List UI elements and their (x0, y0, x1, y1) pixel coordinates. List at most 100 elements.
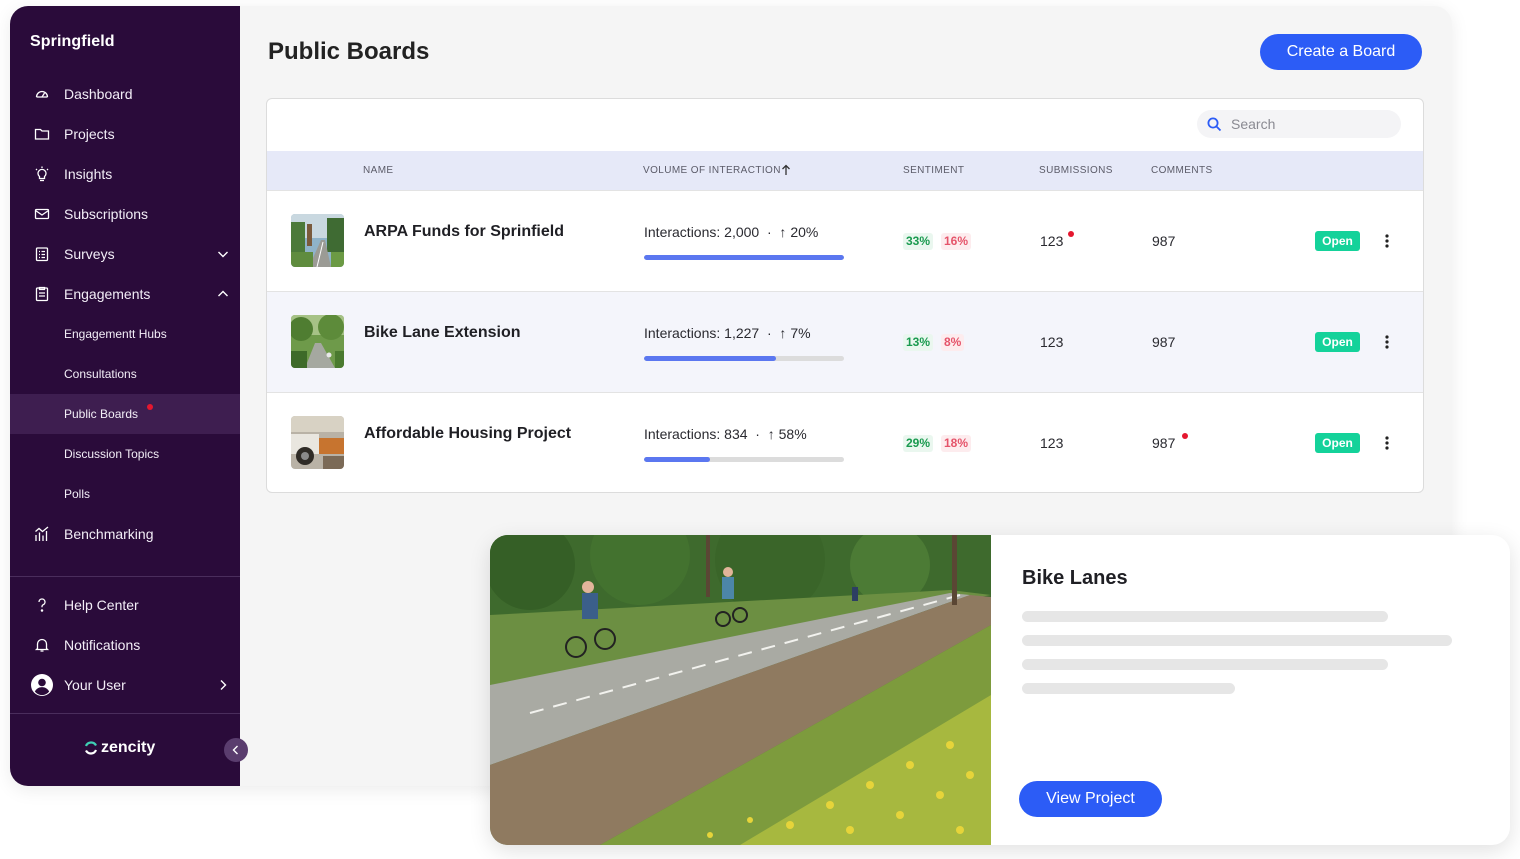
status-badge: Open (1315, 231, 1360, 251)
search-input[interactable] (1231, 114, 1391, 134)
interaction-summary: Interactions: 1,227 · ↑ 7% (644, 325, 811, 341)
envelope-icon (34, 206, 50, 222)
sidebar-subitem-label: Consultations (64, 367, 137, 381)
view-project-button[interactable]: View Project (1019, 781, 1162, 817)
logo-text: zencity (101, 739, 156, 756)
sentiment-negative: 8% (941, 334, 965, 351)
new-submission-dot (1068, 231, 1074, 237)
more-options-button[interactable] (1379, 330, 1395, 354)
sidebar-subitem-public-boards[interactable]: Public Boards (10, 394, 240, 434)
notification-dot (147, 404, 153, 410)
kebab-menu-icon (1385, 335, 1389, 349)
sidebar-item-label: Help Center (64, 597, 139, 613)
sidebar-item-label: Projects (64, 126, 115, 142)
status-badge: Open (1315, 332, 1360, 352)
arrow-up-icon: ↑ (779, 325, 787, 341)
brand-name: Springfield (30, 33, 115, 50)
more-options-button[interactable] (1379, 431, 1395, 455)
sidebar-item-label: Dashboard (64, 86, 133, 102)
sidebar-item-notifications[interactable]: Notifications (10, 625, 240, 665)
board-name[interactable]: ARPA Funds for Sprinfield (364, 223, 564, 241)
sidebar-subitem-polls[interactable]: Polls (10, 474, 240, 514)
more-options-button[interactable] (1379, 229, 1395, 253)
sidebar-item-label: Insights (64, 166, 113, 182)
column-header-comments[interactable]: COMMENTS (1151, 165, 1213, 176)
page-title: Public Boards (268, 38, 430, 65)
question-mark-icon (34, 597, 50, 613)
benchmark-chart-icon (34, 526, 50, 542)
progress-fill (644, 356, 776, 361)
project-title: Bike Lanes (1022, 567, 1128, 589)
sidebar: Springfield Dashboard Projects Insights … (10, 6, 240, 786)
comments-count: 987 (1152, 334, 1176, 350)
sidebar-item-label: Benchmarking (64, 526, 154, 542)
separator-dot: · (763, 224, 776, 240)
sidebar-item-insights[interactable]: Insights (10, 154, 240, 194)
table-header: NAME VOLUME OF INTERACTION SENTIMENT SUB… (267, 151, 1423, 190)
sentiment-negative: 18% (941, 435, 972, 452)
separator-dot: · (763, 325, 776, 341)
column-header-name[interactable]: NAME (363, 165, 394, 176)
board-thumbnail (291, 315, 344, 368)
interaction-count: Interactions: 834 (644, 426, 748, 442)
sidebar-subitem-discussion-topics[interactable]: Discussion Topics (10, 434, 240, 474)
interaction-progress-bar (644, 356, 844, 361)
column-header-sentiment[interactable]: SENTIMENT (903, 165, 964, 176)
comments-count: 987 (1152, 233, 1176, 249)
progress-fill (644, 255, 844, 260)
sidebar-item-surveys[interactable]: Surveys (10, 234, 240, 274)
comments-count: 987 (1152, 435, 1176, 451)
board-name[interactable]: Bike Lane Extension (364, 324, 521, 342)
sidebar-subitem-label: Engagementt Hubs (64, 327, 167, 341)
table-row[interactable]: Affordable Housing Project Interactions:… (267, 392, 1423, 492)
column-header-volume[interactable]: VOLUME OF INTERACTION (643, 165, 781, 176)
interaction-change: 58% (778, 426, 807, 442)
sidebar-item-benchmarking[interactable]: Benchmarking (10, 514, 240, 554)
sidebar-item-help-center[interactable]: Help Center (10, 585, 240, 625)
sidebar-subitem-consultations[interactable]: Consultations (10, 354, 240, 394)
interaction-change: 20% (790, 224, 819, 240)
project-photo (490, 535, 991, 845)
kebab-menu-icon (1385, 234, 1389, 248)
sidebar-subitem-engagement-hubs[interactable]: Engagementt Hubs (10, 314, 240, 354)
progress-fill (644, 457, 710, 462)
sentiment-negative: 16% (941, 233, 972, 250)
placeholder-text-line (1022, 683, 1235, 694)
sidebar-subitem-label: Polls (64, 487, 91, 501)
sidebar-item-subscriptions[interactable]: Subscriptions (10, 194, 240, 234)
separator-dot: · (751, 426, 764, 442)
collapse-sidebar-button[interactable] (224, 738, 248, 762)
status-badge: Open (1315, 433, 1360, 453)
board-thumbnail (291, 214, 344, 267)
lightbulb-icon (34, 166, 50, 182)
placeholder-text-line (1022, 611, 1388, 622)
search-box[interactable] (1197, 110, 1401, 138)
sidebar-item-dashboard[interactable]: Dashboard (10, 74, 240, 114)
table-row[interactable]: ARPA Funds for Sprinfield Interactions: … (267, 190, 1423, 291)
sidebar-divider (10, 576, 240, 577)
create-board-button[interactable]: Create a Board (1260, 34, 1422, 70)
sort-ascending-icon[interactable] (781, 164, 791, 176)
column-header-submissions[interactable]: SUBMISSIONS (1039, 165, 1113, 176)
zencity-logo-mark-icon (84, 741, 98, 755)
chevron-up-icon[interactable] (216, 287, 230, 301)
chevron-down-icon[interactable] (216, 247, 230, 261)
kebab-menu-icon (1385, 436, 1389, 450)
new-comment-dot (1182, 433, 1188, 439)
sidebar-item-label: Your User (64, 677, 126, 693)
survey-clipboard-icon (34, 246, 50, 262)
chevron-right-icon[interactable] (216, 678, 230, 692)
sidebar-item-label: Notifications (64, 637, 141, 653)
interaction-count: Interactions: 2,000 (644, 224, 760, 240)
interaction-summary: Interactions: 2,000 · ↑ 20% (644, 224, 818, 240)
sidebar-item-your-user[interactable]: Your User (10, 665, 240, 705)
interaction-summary: Interactions: 834 · ↑ 58% (644, 426, 807, 442)
table-row[interactable]: Bike Lane Extension Interactions: 1,227 … (267, 291, 1423, 392)
arrow-up-icon: ↑ (779, 224, 787, 240)
submissions-count: 123 (1040, 334, 1064, 350)
avatar (31, 674, 53, 696)
sidebar-item-engagements[interactable]: Engagements (10, 274, 240, 314)
board-name[interactable]: Affordable Housing Project (364, 425, 571, 443)
interaction-change: 7% (790, 325, 811, 341)
sidebar-item-projects[interactable]: Projects (10, 114, 240, 154)
